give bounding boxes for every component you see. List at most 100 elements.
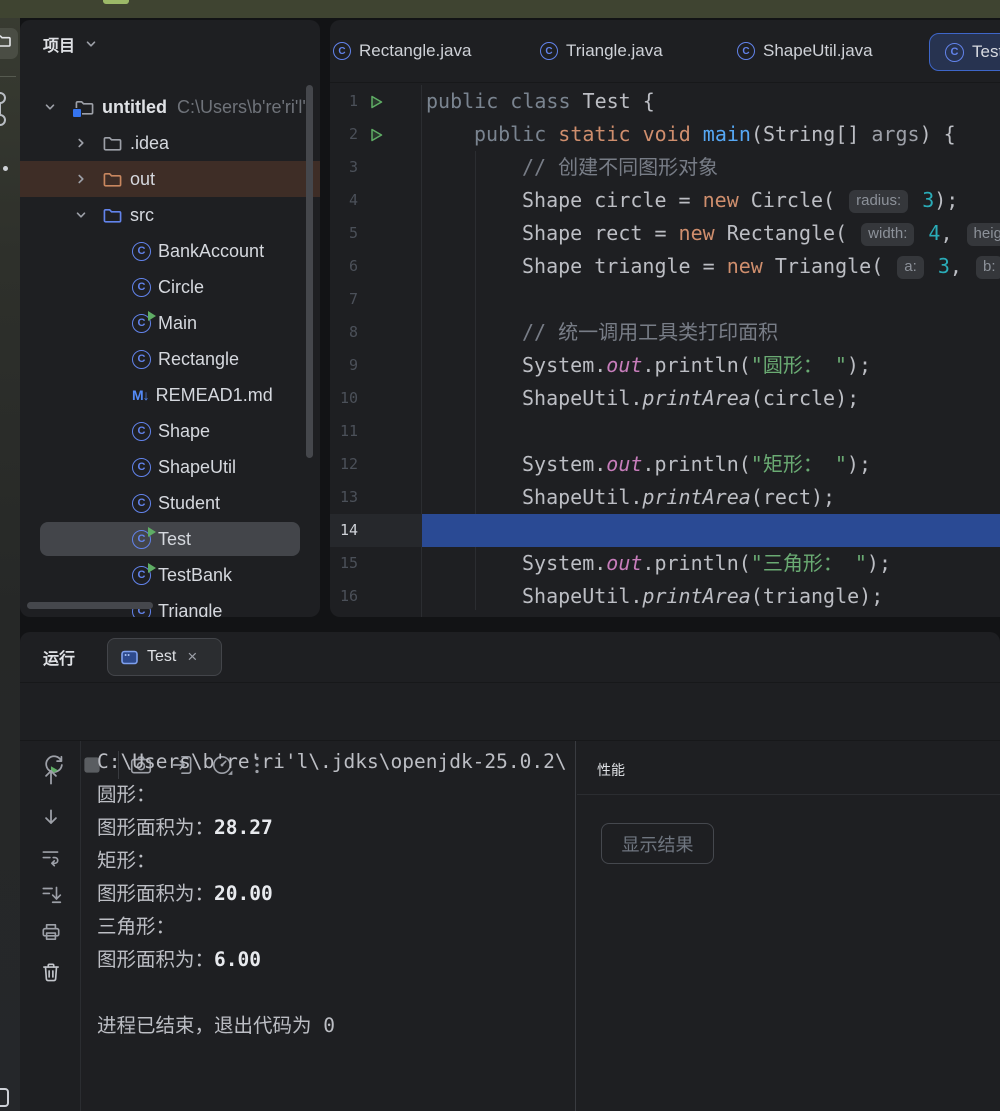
project-panel: 项目 untitledC:\Users\b're'ri'l' .idea out sr… <box>20 20 320 617</box>
editor-tab-test-selected[interactable]: CTest <box>929 33 1000 71</box>
code-line-12: 12System.out.println("矩形： "); <box>330 448 1000 481</box>
code-token: ) { <box>920 122 956 146</box>
run-line-button[interactable] <box>368 88 386 115</box>
code-token: (String[] <box>751 122 871 146</box>
tree-item-src[interactable]: src <box>20 197 320 233</box>
code-token: (rect); <box>751 485 835 509</box>
chevron-down-icon[interactable] <box>44 101 56 113</box>
desktop-strip <box>0 0 1000 18</box>
print-button[interactable] <box>39 920 63 944</box>
editor-tab-shapeutil-java[interactable]: CShapeUtil.java <box>737 20 873 82</box>
line-number: 3 <box>330 151 358 184</box>
scroll-up-button[interactable] <box>39 765 63 789</box>
tree-item-shape[interactable]: CShape <box>20 413 320 449</box>
close-icon[interactable]: × <box>187 647 197 667</box>
tree-item-test[interactable]: CTest <box>20 521 320 557</box>
console-text: 三角形： <box>97 915 175 938</box>
tree-item-label: .idea <box>130 133 169 154</box>
tree-item-untitled[interactable]: untitledC:\Users\b're'ri'l' <box>20 89 320 125</box>
tree-item-student[interactable]: CStudent <box>20 485 320 521</box>
chevron-down-icon[interactable] <box>75 209 87 221</box>
code-token: ); <box>934 188 958 212</box>
tree-item-shapeutil[interactable]: CShapeUtil <box>20 449 320 485</box>
code-editor[interactable]: 1public class Test {2public static void … <box>330 85 1000 617</box>
bottom-tool-fragment[interactable] <box>0 1088 9 1107</box>
commit-tool-button[interactable] <box>0 90 13 130</box>
console-text: 图形面积为： <box>97 882 214 905</box>
code-text: ShapeUtil.printArea(circle); <box>426 382 859 415</box>
scroll-to-end-button[interactable] <box>39 882 63 906</box>
tree-item-circle[interactable]: C Circle <box>20 269 320 305</box>
clear-console-button[interactable] <box>39 960 63 984</box>
tree-vertical-scrollbar[interactable] <box>306 85 313 458</box>
code-token: ShapeUtil. <box>522 485 642 509</box>
editor-tab-triangle-java[interactable]: CTriangle.java <box>540 20 663 82</box>
tree-item-label: Main <box>158 313 197 334</box>
code-token: "矩形： " <box>751 452 847 476</box>
run-panel: 运行 Test × <box>20 632 1000 1111</box>
tree-item-label: Circle <box>158 277 204 298</box>
run-overlay-icon <box>148 563 156 573</box>
tab-label: ShapeUtil.java <box>763 41 873 61</box>
code-line-15: 15System.out.println("三角形： "); <box>330 547 1000 580</box>
activity-bar <box>0 18 20 1111</box>
scroll-down-button[interactable] <box>39 805 63 829</box>
line-number: 4 <box>330 184 358 217</box>
code-line-8: 8// 统一调用工具类打印面积 <box>330 316 1000 349</box>
code-token: printArea <box>642 584 750 608</box>
tree-item-rectangle[interactable]: CRectangle <box>20 341 320 377</box>
code-line-7: 7 <box>330 283 1000 316</box>
code-text: ShapeUtil.printArea(rect); <box>426 481 835 514</box>
code-text: // 创建不同图形对象 <box>426 151 718 184</box>
run-panel-title: 运行 <box>43 645 75 669</box>
code-text: System.out.println("三角形： "); <box>426 547 891 580</box>
folder-icon <box>103 135 122 152</box>
project-tool-button[interactable] <box>0 28 18 59</box>
code-token: ShapeUtil. <box>522 584 642 608</box>
run-panel-header: 运行 Test × <box>20 632 1000 683</box>
console-line-8 <box>97 976 567 1009</box>
chevron-right-icon[interactable] <box>75 173 87 185</box>
tree-item-out[interactable]: out <box>20 161 320 197</box>
editor-tab-rectangle-java[interactable]: CRectangle.java <box>333 20 471 82</box>
performance-panel-divider <box>577 794 1000 795</box>
tree-item-label: TestBank <box>158 565 232 586</box>
code-text: System.out.println("圆形： "); <box>426 349 871 382</box>
project-panel-header[interactable]: 项目 <box>43 32 97 56</box>
soft-wrap-button[interactable] <box>39 845 63 869</box>
class-icon: C <box>540 42 558 60</box>
tree-horizontal-scrollbar[interactable] <box>27 602 153 609</box>
console-output[interactable]: C:\Users\b're'ri'l\.jdks\openjdk-25.0.2\… <box>97 745 567 1111</box>
run-tab-test[interactable]: Test × <box>107 638 222 676</box>
code-line-11: 11 <box>330 415 1000 448</box>
console-value: 6.00 <box>214 948 261 971</box>
line-number: 5 <box>330 217 358 250</box>
code-line-1: 1public class Test { <box>330 85 1000 118</box>
code-token: new <box>679 221 727 245</box>
code-text: ShapeUtil.printArea(triangle); <box>426 580 883 613</box>
code-text: Shape rect = new Rectangle( width: 4, he… <box>426 217 1000 250</box>
inline-hint: b: <box>976 256 1000 279</box>
code-token: (circle); <box>751 386 859 410</box>
tree-item--idea[interactable]: .idea <box>20 125 320 161</box>
editor-tab-bar: CRectangle.javaCTriangle.javaCShapeUtil.… <box>330 20 1000 83</box>
run-line-button[interactable] <box>368 121 386 148</box>
tree-item-label: Test <box>158 529 191 550</box>
code-token: public <box>474 122 558 146</box>
runnable-class-icon: C <box>132 566 151 585</box>
tree-item-remead1-md[interactable]: M↓REMEAD1.md <box>20 377 320 413</box>
inline-hint: a: <box>897 256 924 279</box>
activity-bar-divider <box>0 76 16 77</box>
tree-item-bankaccount[interactable]: CBankAccount <box>20 233 320 269</box>
line-number: 7 <box>330 283 358 316</box>
chevron-right-icon[interactable] <box>75 137 87 149</box>
show-results-button[interactable]: 显示结果 <box>601 823 714 864</box>
code-token: public class <box>426 89 583 113</box>
class-icon: C <box>132 278 151 297</box>
tree-item-testbank[interactable]: C TestBank <box>20 557 320 593</box>
editor-area: CRectangle.javaCTriangle.javaCShapeUtil.… <box>330 20 1000 617</box>
tree-item-main[interactable]: CMain <box>20 305 320 341</box>
tree-item-label: src <box>130 205 154 226</box>
tab-label: Rectangle.java <box>359 41 471 61</box>
class-icon: C <box>132 422 151 441</box>
